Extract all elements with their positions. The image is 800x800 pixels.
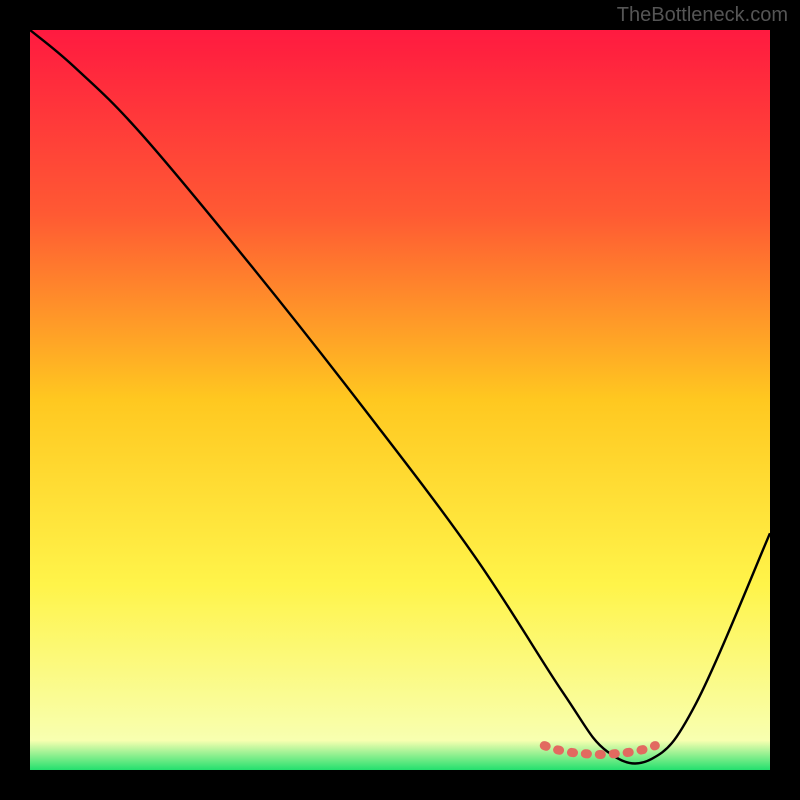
watermark-text: TheBottleneck.com: [617, 4, 788, 27]
chart-background-gradient: [30, 30, 770, 770]
chart-svg: [30, 30, 770, 770]
chart-plot-area: [30, 30, 770, 770]
